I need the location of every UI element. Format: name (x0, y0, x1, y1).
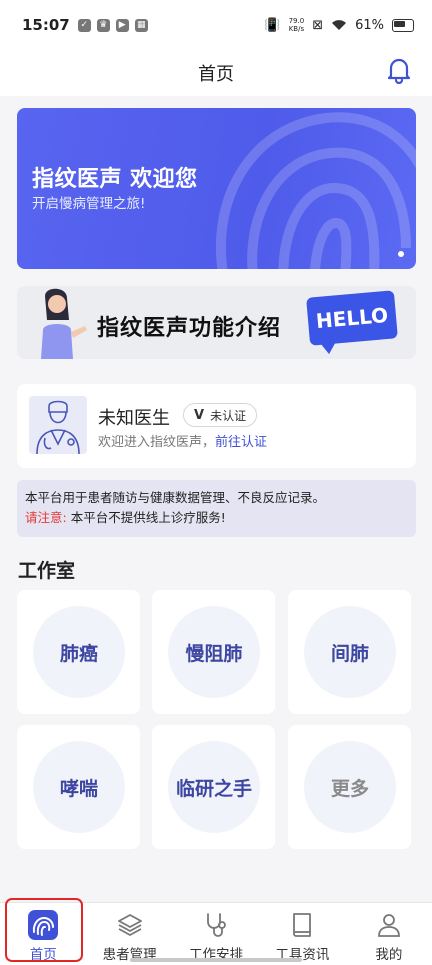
warning-label: 请注意: (25, 510, 67, 525)
hello-badge: HELLO (306, 290, 398, 346)
intro-title: 指纹医声功能介绍 (97, 316, 282, 341)
studio-label: 慢阻肺 (168, 606, 260, 698)
status-bar: 15:07 ✓ ♛ ▶ ▦ 📳 79.0 KB/s ⊠ 61% (0, 0, 432, 50)
stethoscope-icon (207, 913, 226, 937)
home-fingerprint-icon (28, 910, 59, 940)
user-icon (377, 914, 400, 937)
banner-title: 指纹医声 欢迎您 (32, 167, 198, 192)
wifi-icon (332, 20, 347, 30)
welcome-line: 欢迎进入指纹医声，前往认证 (98, 431, 267, 450)
studio-tile-research-helper[interactable]: 临研之手 (152, 725, 275, 849)
tab-work-schedule[interactable]: 工作安排 (173, 903, 259, 965)
avatar (29, 396, 87, 454)
warning-text: 本平台不提供线上诊疗服务! (70, 510, 226, 525)
welcome-text: 欢迎进入指纹医声， (98, 435, 216, 450)
studio-label: 间肺 (304, 606, 396, 698)
studio-label: 临研之手 (168, 741, 260, 833)
doctor-avatar-icon (36, 400, 80, 454)
book-icon (293, 913, 312, 937)
studio-tile-interstitial-lung[interactable]: 间肺 (288, 590, 411, 714)
vibrate-icon: 📳 (264, 17, 281, 33)
layers-icon (117, 914, 142, 936)
page-title: 首页 (198, 64, 234, 85)
no-sim-icon: ⊠ (312, 17, 324, 33)
tab-label: 我的 (375, 947, 403, 963)
home-indicator (130, 958, 302, 962)
notice-warning: 请注意: 本平台不提供线上诊疗服务! (25, 508, 408, 528)
notice-line: 本平台用于患者随访与健康数据管理、不良反应记录。 (25, 490, 326, 505)
verify-status-badge: V 未认证 (183, 403, 258, 427)
verify-mark: V (194, 407, 205, 423)
battery-percent: 61% (355, 17, 384, 33)
studio-tile-asthma[interactable]: 哮喘 (17, 725, 140, 849)
tab-patient-management[interactable]: 患者管理 (86, 903, 172, 965)
tab-tools-news[interactable]: 工具资讯 (259, 903, 345, 965)
top-bar: 首页 (0, 50, 432, 96)
studio-label: 肺癌 (33, 606, 125, 698)
status-time: 15:07 (22, 16, 70, 34)
notification-icons: ✓ ♛ ▶ ▦ (77, 18, 148, 32)
carousel-indicator (398, 251, 404, 257)
tab-label: 首页 (29, 947, 57, 963)
banner-subtitle: 开启慢病管理之旅! (32, 196, 146, 212)
studio-section-title: 工作室 (18, 560, 76, 582)
status-right: 📳 79.0 KB/s ⊠ 61% (264, 17, 414, 33)
verify-status: 未认证 (210, 408, 247, 423)
fingerprint-decoration-icon (215, 112, 416, 269)
app-icon: ▦ (134, 18, 148, 32)
doctor-name: 未知医生 (98, 408, 170, 429)
platform-notice: 本平台用于患者随访与健康数据管理、不良反应记录。 请注意: 本平台不提供线上诊疗… (17, 480, 416, 537)
check-circle-icon: ✓ (77, 18, 91, 32)
go-verify-link[interactable]: 前往认证 (215, 435, 267, 450)
studio-tile-more[interactable]: 更多 (288, 725, 411, 849)
play-icon: ▶ (115, 18, 129, 32)
crown-icon: ♛ (96, 18, 110, 32)
studio-label: 哮喘 (33, 741, 125, 833)
doctor-profile-card[interactable]: 未知医生 V 未认证 欢迎进入指纹医声，前往认证 (17, 384, 416, 468)
bell-icon[interactable] (386, 56, 412, 84)
studio-tile-copd[interactable]: 慢阻肺 (152, 590, 275, 714)
studio-label: 更多 (304, 741, 396, 833)
function-intro-card[interactable]: 指纹医声功能介绍 HELLO (17, 286, 416, 359)
net-speed: 79.0 KB/s (288, 17, 305, 33)
woman-illustration-icon (41, 288, 87, 359)
studio-tile-lung-cancer[interactable]: 肺癌 (17, 590, 140, 714)
tab-mine[interactable]: 我的 (346, 903, 432, 965)
welcome-banner[interactable]: 指纹医声 欢迎您 开启慢病管理之旅! (17, 108, 416, 269)
bottom-tab-bar: 首页 患者管理 工作安排 工具资讯 我的 (0, 902, 432, 965)
battery-icon (392, 18, 414, 32)
tab-home[interactable]: 首页 (0, 903, 86, 965)
